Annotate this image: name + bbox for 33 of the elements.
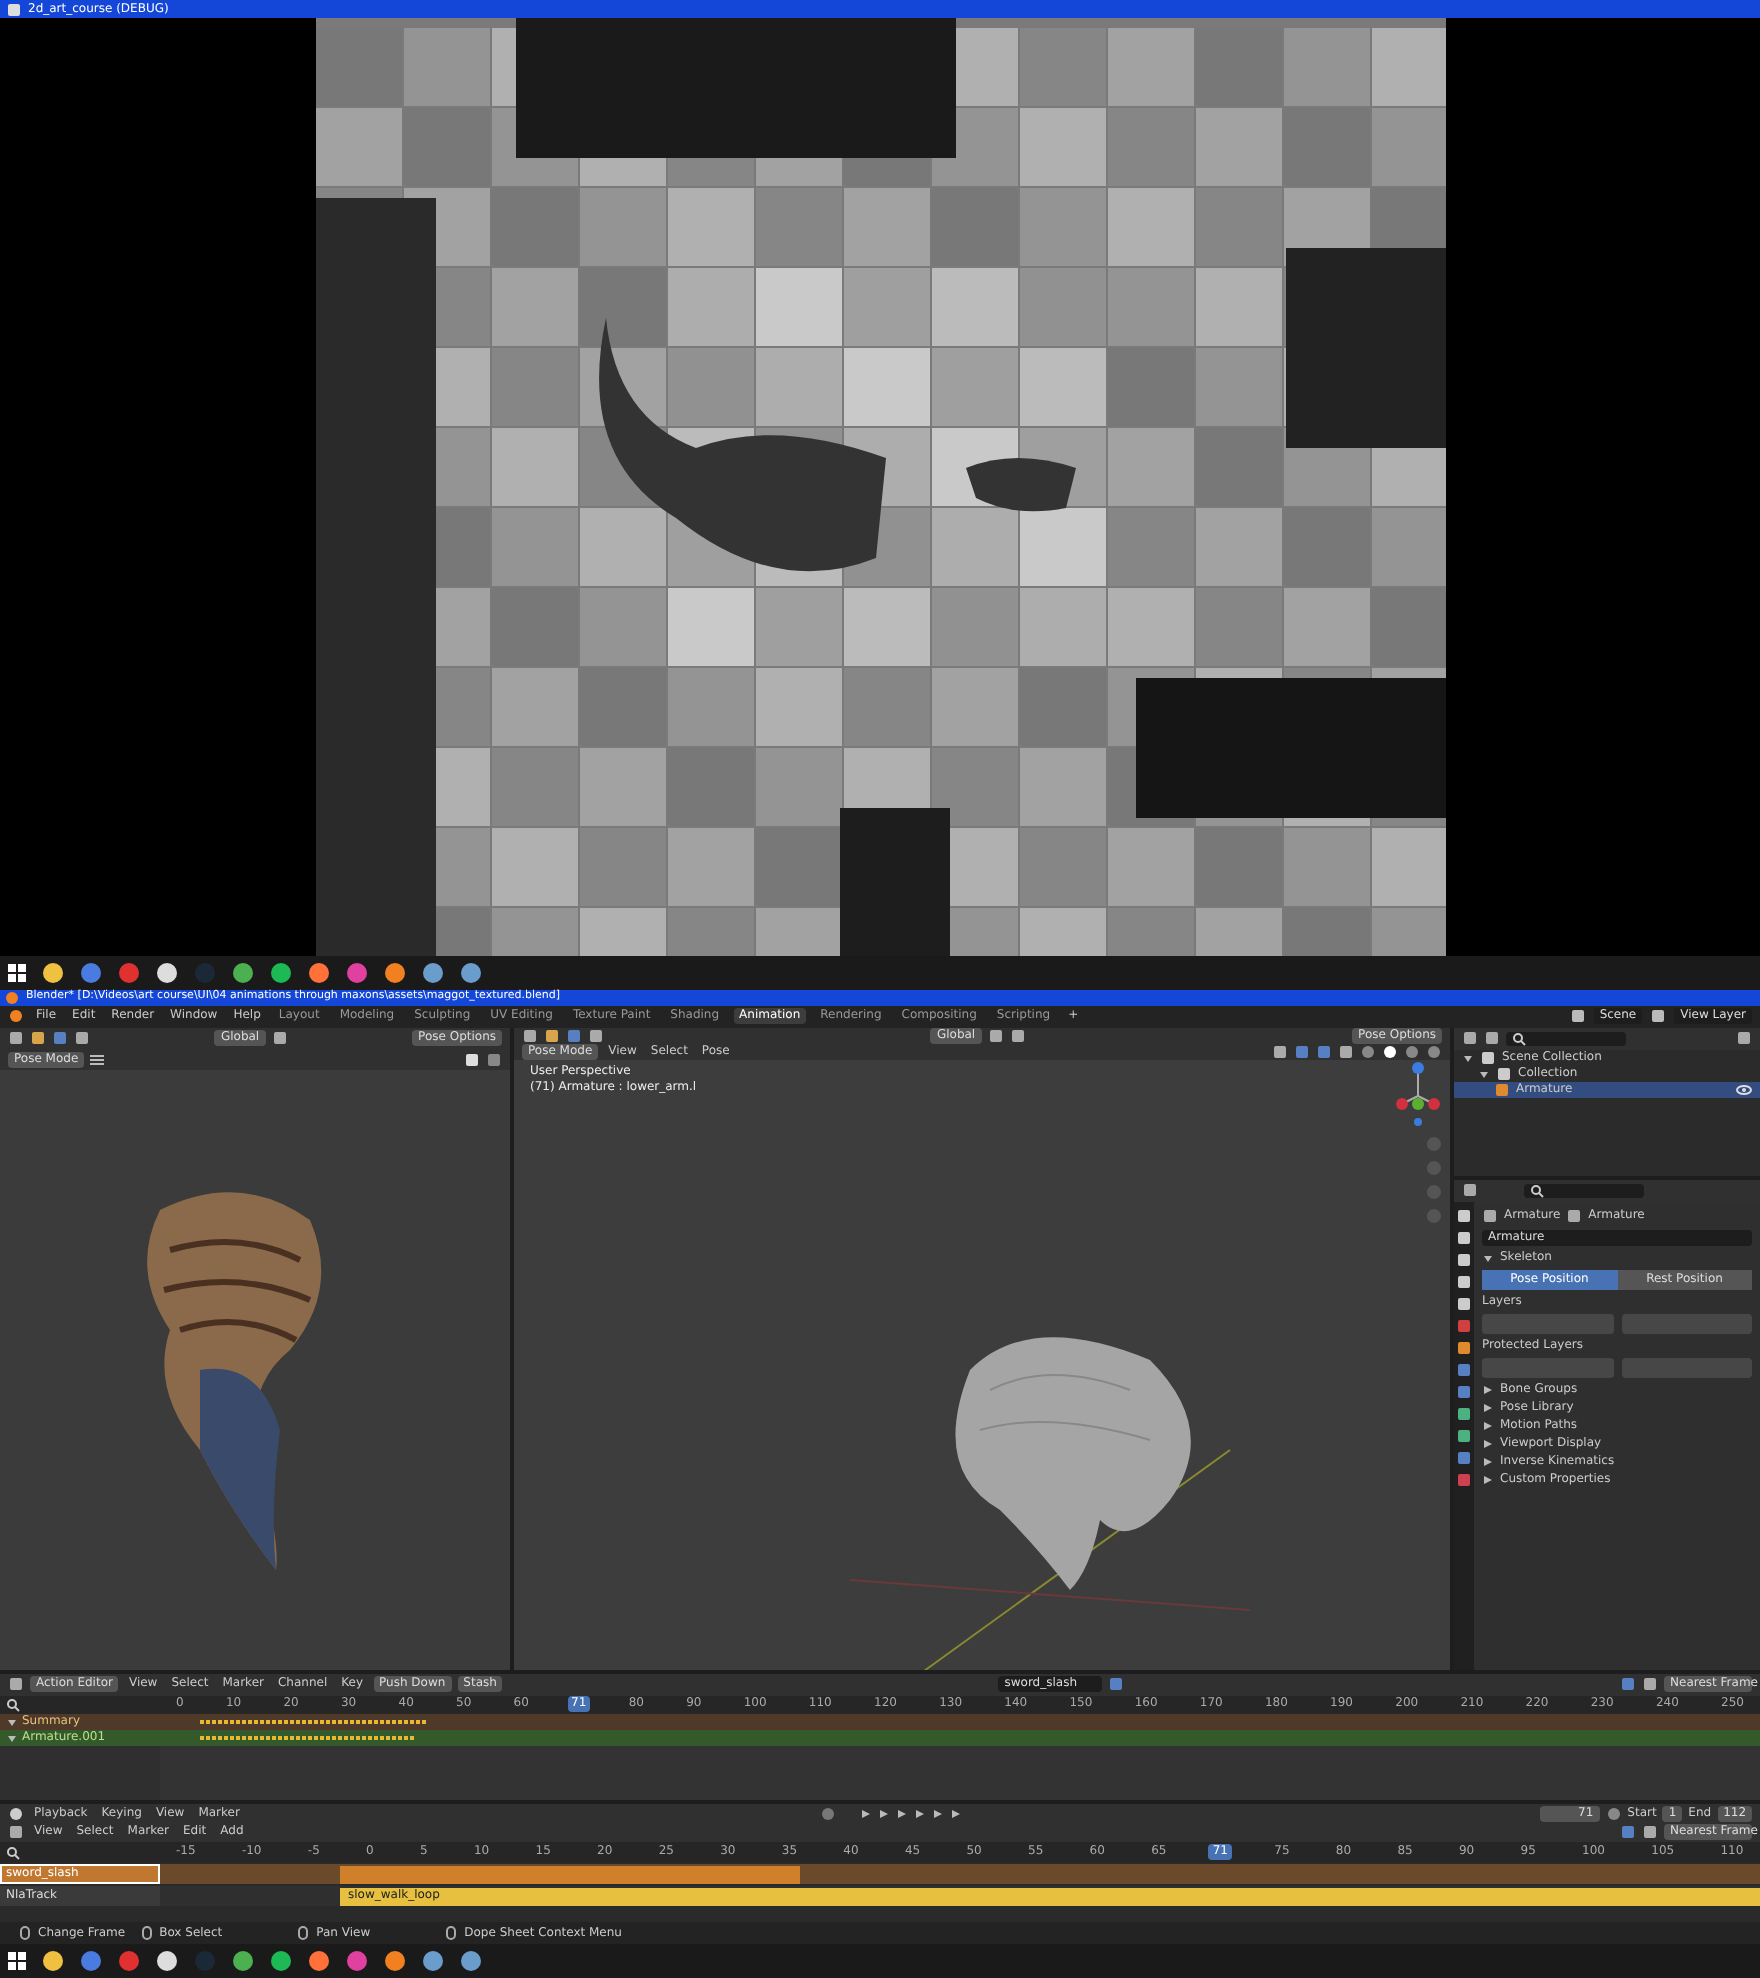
app-icon[interactable] (156, 1950, 178, 1973)
app-icon[interactable] (42, 961, 64, 984)
mouse-icon (141, 1926, 152, 1941)
app-icon[interactable] (232, 1950, 254, 1973)
axis-gizmo-icon[interactable] (1394, 1059, 1442, 1128)
record-icon[interactable] (820, 1805, 837, 1821)
app-icon[interactable] (460, 1950, 482, 1973)
app-icon[interactable] (460, 961, 482, 984)
app-icon[interactable] (422, 1950, 444, 1973)
app-icon[interactable] (270, 1950, 292, 1973)
app-icon[interactable] (270, 961, 292, 984)
app-icon[interactable] (42, 1950, 64, 1973)
eye-icon[interactable] (1736, 1083, 1752, 1096)
app-icon[interactable] (384, 1950, 406, 1973)
search-icon[interactable] (1512, 1031, 1526, 1046)
mouse-icon (298, 1926, 309, 1941)
mouse-icon (20, 1926, 30, 1941)
app-icon[interactable] (308, 961, 330, 984)
search-field[interactable] (1506, 1031, 1626, 1046)
expand-arrow-icon[interactable] (1482, 1251, 1494, 1264)
app-icon[interactable] (308, 1950, 330, 1973)
windows-start-icon[interactable] (8, 1952, 26, 1971)
app-icon[interactable] (232, 961, 254, 984)
list-icon[interactable] (90, 1053, 105, 1066)
mouse-icon (446, 1926, 457, 1941)
app-icon[interactable] (156, 961, 178, 984)
search-icon[interactable] (1530, 1183, 1544, 1198)
app-icon[interactable] (384, 961, 406, 984)
search-icon[interactable] (6, 1845, 20, 1860)
windows-start-icon[interactable] (8, 963, 26, 982)
search-field[interactable] (1524, 1183, 1644, 1198)
app-icon[interactable] (422, 961, 444, 984)
search-icon[interactable] (6, 1697, 20, 1712)
